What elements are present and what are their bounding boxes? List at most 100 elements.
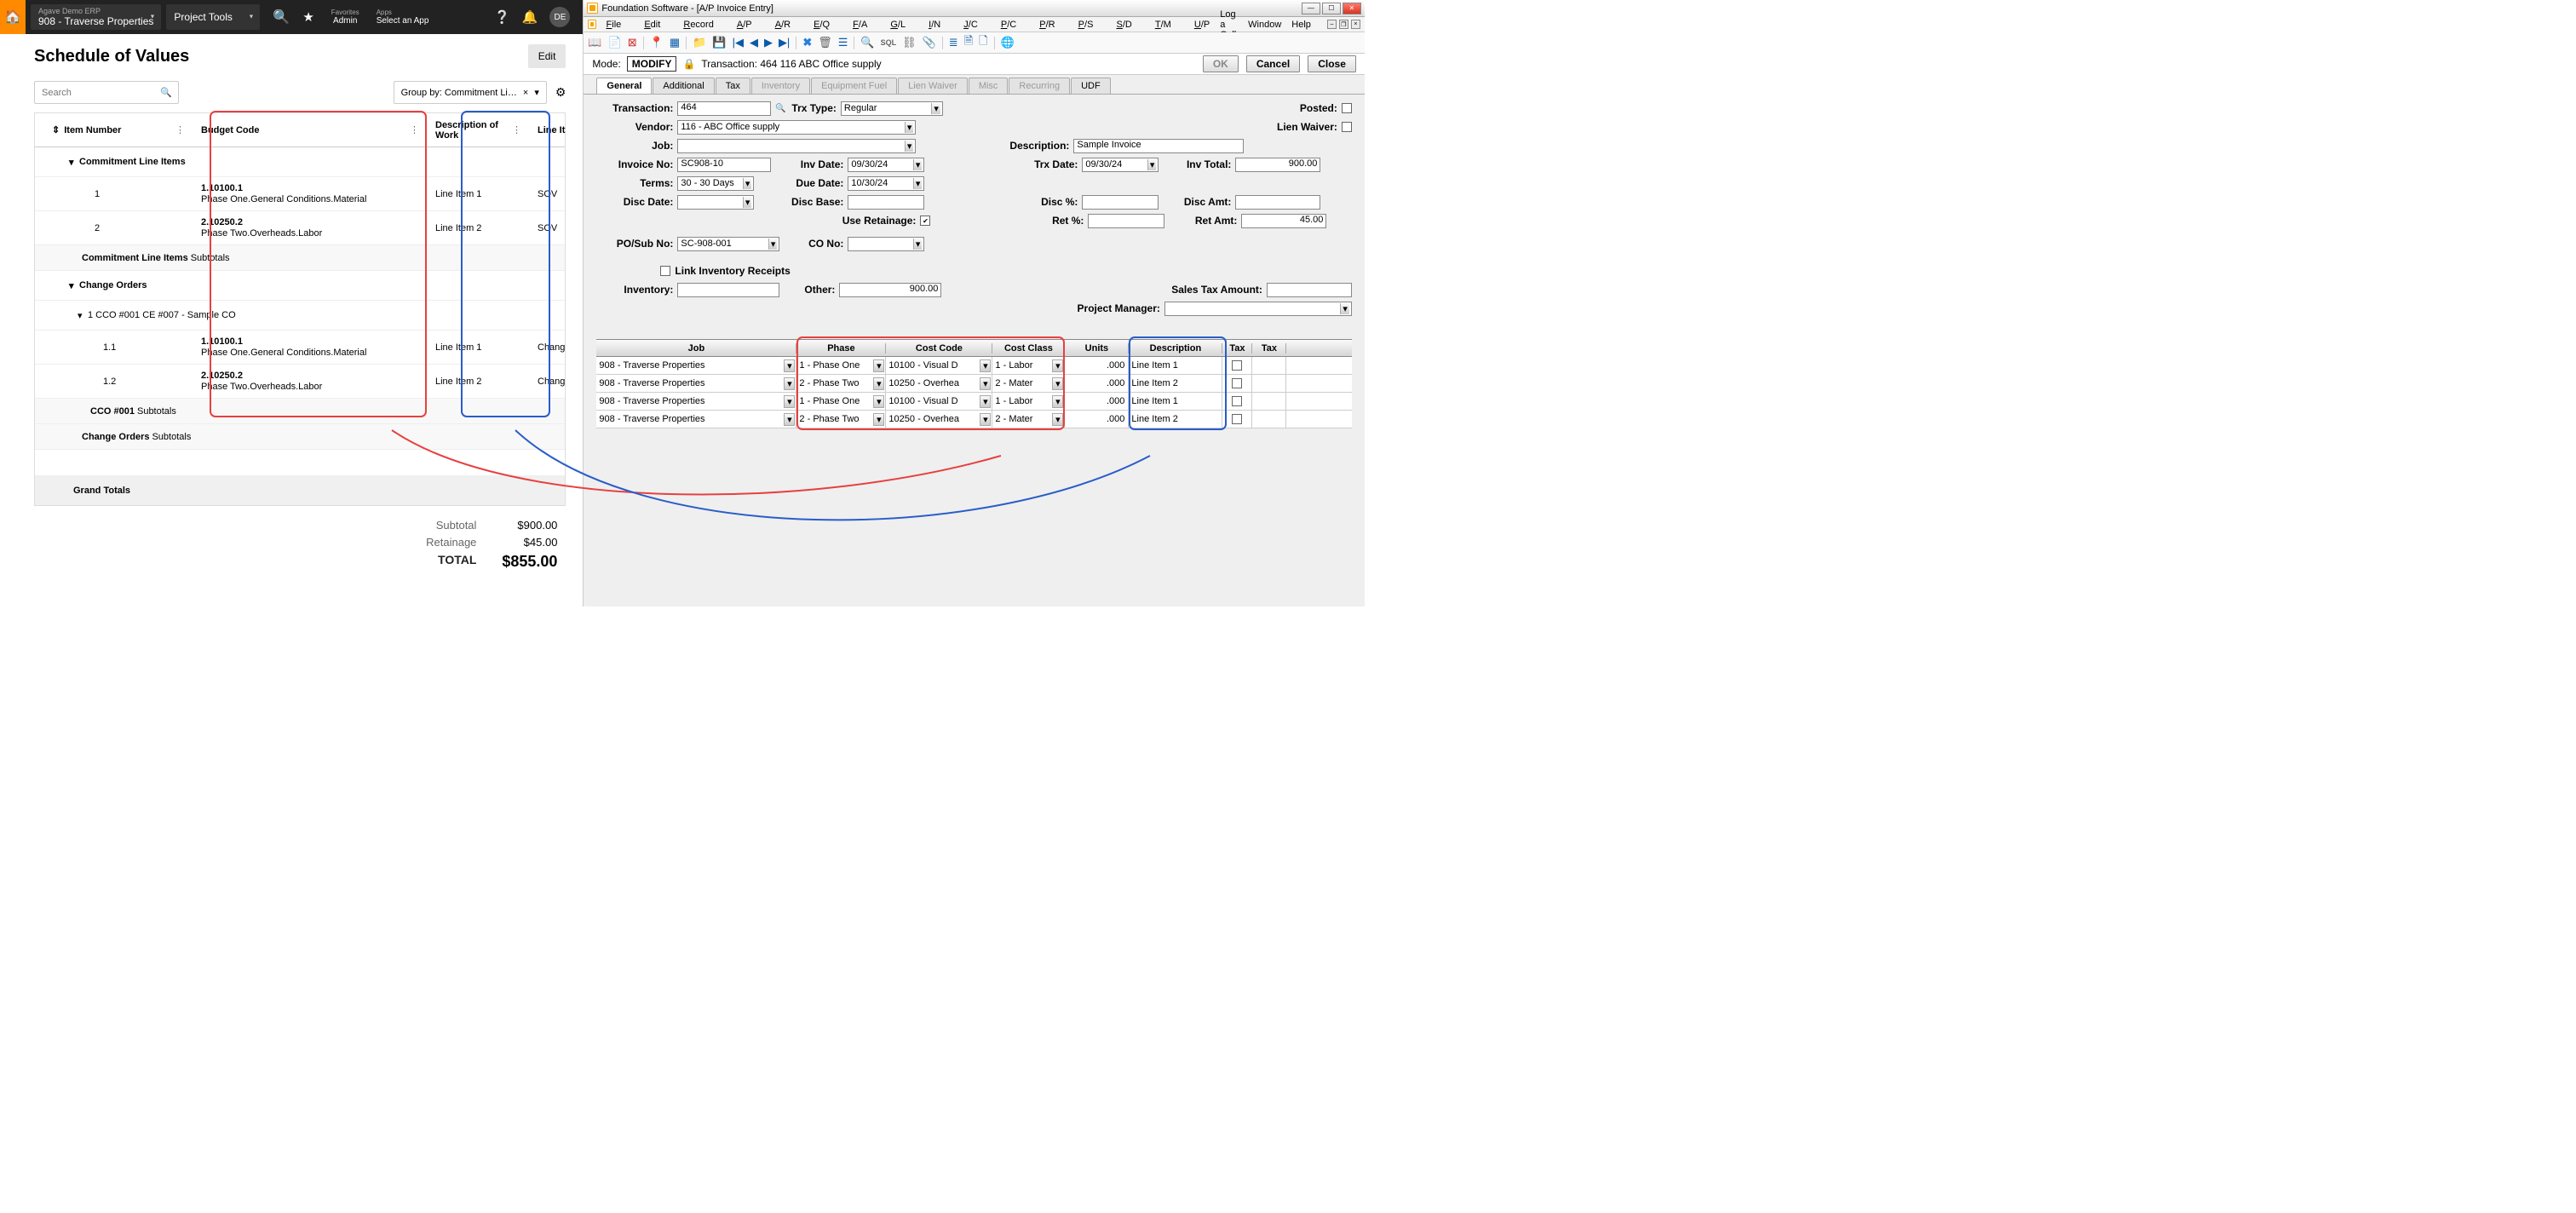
zoom-icon[interactable]: 🔍: [860, 36, 874, 49]
menu-pr[interactable]: P/R: [1039, 20, 1055, 30]
search-input[interactable]: [42, 88, 171, 98]
ok-button[interactable]: OK: [1203, 55, 1239, 72]
delete-row-icon[interactable]: ✖: [802, 36, 812, 49]
disc-date-field[interactable]: [677, 195, 754, 210]
trash-icon[interactable]: 🗑: [818, 36, 832, 49]
tab-recurring[interactable]: Recurring: [1009, 78, 1070, 94]
vendor-select[interactable]: 116 - ABC Office supply: [677, 120, 916, 135]
help-icon[interactable]: ❔: [494, 9, 510, 25]
due-date-field[interactable]: 10/30/24: [848, 176, 924, 191]
lien-waiver-checkbox[interactable]: [1342, 122, 1352, 132]
list-icon[interactable]: ☰: [838, 36, 848, 49]
other-field[interactable]: 900.00: [839, 283, 941, 297]
link-icon[interactable]: ⛓: [902, 36, 917, 49]
disc-base-field[interactable]: [848, 195, 924, 210]
grid-row[interactable]: 908 - Traverse Properties 2 - Phase Two …: [596, 375, 1351, 393]
tab-inventory[interactable]: Inventory: [751, 78, 810, 94]
trx-date-field[interactable]: 09/30/24: [1082, 158, 1159, 172]
export-icon[interactable]: 🗋: [979, 33, 987, 52]
project-tools-dropdown[interactable]: Project Tools: [166, 4, 260, 30]
bell-icon[interactable]: 🔔: [522, 9, 538, 25]
clear-icon[interactable]: ×: [523, 88, 528, 98]
column-menu-icon[interactable]: ⋮: [512, 124, 529, 135]
cancel-button[interactable]: Cancel: [1246, 55, 1300, 72]
next-icon[interactable]: ▶: [764, 36, 773, 49]
menu-jc[interactable]: J/C: [963, 20, 978, 30]
section-change-orders[interactable]: ▾Change Orders: [35, 271, 565, 301]
grid-row[interactable]: 908 - Traverse Properties 1 - Phase One …: [596, 393, 1351, 411]
menu-file[interactable]: File: [607, 20, 622, 30]
menu-edit[interactable]: Edit: [644, 20, 660, 30]
inv-total-field[interactable]: 900.00: [1235, 158, 1320, 172]
section-commitment[interactable]: ▾Commitment Line Items: [35, 147, 565, 177]
favorites-admin[interactable]: Favorites Admin: [331, 9, 359, 26]
posub-select[interactable]: SC-908-001: [677, 237, 779, 251]
sub-section-cco[interactable]: ▾1 CCO #001 CE #007 - Sample CO: [35, 301, 565, 331]
last-icon[interactable]: ▶|: [779, 36, 790, 49]
save-icon[interactable]: 💾: [712, 36, 726, 49]
table-row[interactable]: 1.1 1.10100.1Phase One.General Condition…: [35, 331, 565, 365]
menu-gl[interactable]: G/L: [890, 20, 906, 30]
close-window-button[interactable]: ✕: [1343, 3, 1361, 14]
erp-selector[interactable]: Agave Demo ERP 908 - Traverse Properties: [31, 4, 161, 30]
grid-row[interactable]: 908 - Traverse Properties 1 - Phase One …: [596, 357, 1351, 375]
menu-record[interactable]: Record: [683, 20, 713, 30]
tab-additional[interactable]: Additional: [653, 78, 714, 94]
ret-pct-field[interactable]: [1088, 214, 1164, 228]
mdi-restore-icon[interactable]: ❐: [1339, 20, 1348, 29]
group-by-dropdown[interactable]: Group by: Commitment Li…×▾: [394, 81, 547, 104]
inv-date-field[interactable]: 09/30/24: [848, 158, 924, 172]
search-icon[interactable]: 🔍: [775, 104, 787, 113]
favorites-menu[interactable]: ★: [302, 9, 313, 25]
column-menu-icon[interactable]: ⋮: [175, 124, 193, 135]
avatar[interactable]: DE: [549, 7, 570, 27]
trx-type-select[interactable]: Regular: [841, 101, 943, 116]
tab-general[interactable]: General: [596, 78, 652, 94]
cancel-icon[interactable]: ⊠: [628, 36, 637, 49]
pin-icon[interactable]: 📍: [650, 36, 664, 49]
link-inventory-checkbox[interactable]: [660, 266, 670, 276]
table-row[interactable]: 1 1.10100.1Phase One.General Conditions.…: [35, 177, 565, 211]
column-menu-icon[interactable]: ⋮: [410, 124, 427, 135]
tab-lien-waiver[interactable]: Lien Waiver: [898, 78, 968, 94]
close-button[interactable]: Close: [1308, 55, 1356, 72]
sales-tax-field[interactable]: [1267, 283, 1352, 297]
menu-up[interactable]: U/P: [1194, 20, 1210, 30]
menu-ps[interactable]: P/S: [1078, 20, 1094, 30]
menu-ap[interactable]: A/P: [737, 20, 752, 30]
menu-fa[interactable]: F/A: [853, 20, 867, 30]
book-icon[interactable]: 📖: [588, 36, 601, 49]
apps-menu[interactable]: Apps Select an App: [377, 9, 429, 26]
tab-tax[interactable]: Tax: [716, 78, 750, 94]
menu-pc[interactable]: P/C: [1001, 20, 1016, 30]
project-manager-select[interactable]: [1164, 302, 1352, 316]
page-icon[interactable]: 📄: [608, 36, 622, 49]
doc-icon[interactable]: 🗎: [964, 33, 973, 52]
menu-help[interactable]: Help: [1291, 20, 1311, 30]
lines-icon[interactable]: ≣: [949, 36, 958, 49]
disc-amt-field[interactable]: [1235, 195, 1320, 210]
globe-icon[interactable]: 🌐: [1001, 36, 1015, 49]
inventory-field[interactable]: [677, 283, 779, 297]
search-icon[interactable]: 🔍: [273, 9, 290, 26]
job-select[interactable]: [677, 139, 916, 153]
attach-icon[interactable]: 📎: [923, 36, 936, 49]
collapse-icon[interactable]: ⇕: [52, 124, 60, 135]
grid-row[interactable]: 908 - Traverse Properties 2 - Phase Two …: [596, 411, 1351, 428]
disc-pct-field[interactable]: [1082, 195, 1159, 210]
description-field[interactable]: Sample Invoice: [1073, 139, 1244, 153]
menu-sd[interactable]: S/D: [1116, 20, 1131, 30]
tab-udf[interactable]: UDF: [1071, 78, 1111, 94]
folder-icon[interactable]: 📁: [693, 36, 706, 49]
home-button[interactable]: 🏠: [0, 0, 26, 34]
invoice-no-field[interactable]: SC908-10: [677, 158, 771, 172]
tab-misc[interactable]: Misc: [969, 78, 1009, 94]
sql-icon[interactable]: SQL: [881, 38, 897, 47]
columns-settings-icon[interactable]: ⚙: [555, 85, 566, 100]
ret-amt-field[interactable]: 45.00: [1241, 214, 1326, 228]
mdi-minimize-icon[interactable]: –: [1327, 20, 1337, 29]
mdi-close-icon[interactable]: ×: [1351, 20, 1360, 29]
menu-in[interactable]: I/N: [929, 20, 940, 30]
prev-icon[interactable]: ◀: [750, 36, 758, 49]
transaction-field[interactable]: 464: [677, 101, 771, 116]
